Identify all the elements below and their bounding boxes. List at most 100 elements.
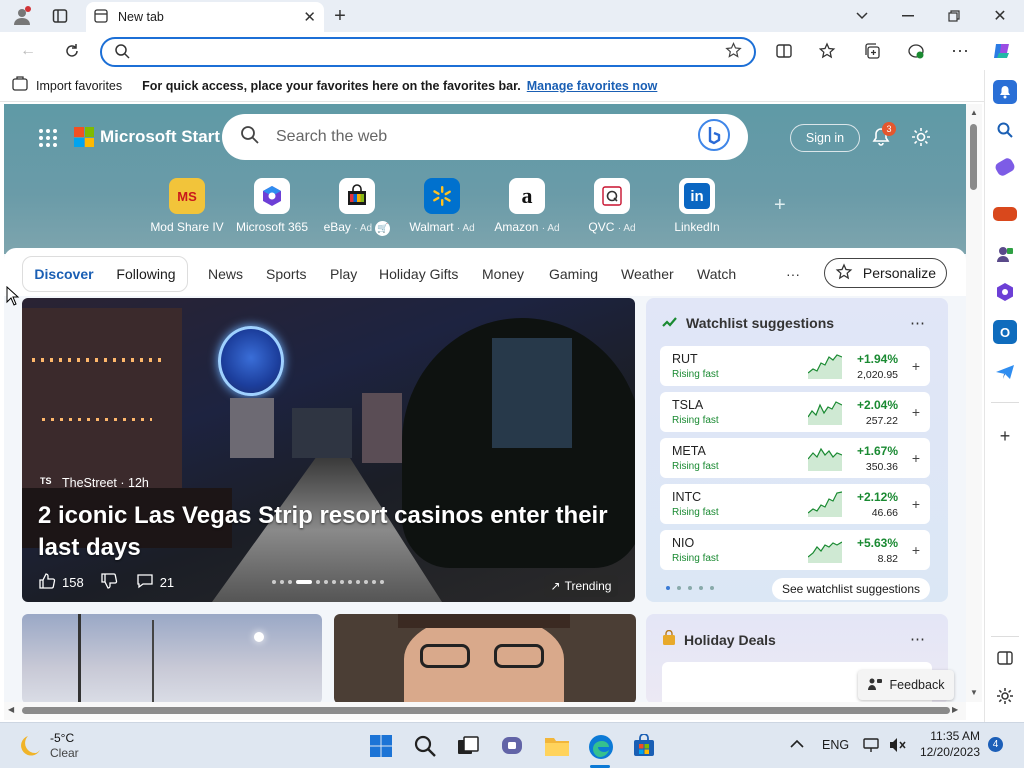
games-icon[interactable]	[993, 242, 1017, 266]
weather-temp[interactable]: -5°C	[50, 731, 74, 745]
quick-link-ebay[interactable]: eBay · Ad 🛒	[312, 178, 402, 236]
top-story-card[interactable]: TS TheStreet · 12h 2 iconic Las Vegas St…	[22, 298, 635, 602]
watchlist-row[interactable]: NIO Rising fast +5.63% 8.82 +	[660, 530, 930, 570]
taskbar-search-icon[interactable]	[413, 734, 437, 758]
carousel-dots[interactable]	[272, 580, 384, 584]
shopping-tag-icon[interactable]	[993, 156, 1017, 178]
add-to-watchlist-icon[interactable]: +	[912, 542, 920, 558]
watchlist-row[interactable]: META Rising fast +1.67% 350.36 +	[660, 438, 930, 478]
task-view-icon[interactable]	[456, 734, 480, 758]
tab-watch[interactable]: Watch	[697, 266, 736, 282]
close-tab-icon[interactable]: ✕	[303, 8, 316, 26]
feedback-button[interactable]: Feedback	[858, 670, 954, 700]
tab-gaming[interactable]: Gaming	[549, 266, 598, 282]
quick-link-amazon[interactable]: a Amazon · Ad	[482, 178, 572, 234]
import-favorites-icon[interactable]	[12, 76, 28, 95]
story-headline[interactable]: 2 iconic Las Vegas Strip resort casinos …	[38, 500, 628, 564]
see-watchlist-suggestions-button[interactable]: See watchlist suggestions	[772, 578, 930, 600]
watchlist-row[interactable]: RUT Rising fast +1.94% 2,020.95 +	[660, 346, 930, 386]
file-explorer-icon[interactable]	[544, 734, 569, 758]
quick-link-mod-share[interactable]: MS Mod Share IV	[142, 178, 232, 234]
story-card-street-photo[interactable]	[22, 614, 322, 702]
edge-browser-icon[interactable]	[588, 734, 613, 759]
sign-in-button[interactable]: Sign in	[790, 124, 860, 152]
holiday-more-icon[interactable]: ⋯	[910, 630, 925, 648]
tab-new-tab[interactable]: New tab ✕	[86, 2, 324, 32]
close-window-button[interactable]: ✕	[990, 6, 1010, 26]
story-card-portrait-photo[interactable]	[334, 614, 636, 702]
like-icon[interactable]	[38, 572, 56, 593]
horizontal-scroll-thumb[interactable]	[22, 707, 950, 714]
minimize-button[interactable]	[898, 6, 918, 26]
watchlist-row[interactable]: INTC Rising fast +2.12% 46.66 +	[660, 484, 930, 524]
add-to-watchlist-icon[interactable]: +	[912, 404, 920, 420]
favorites-icon[interactable]	[814, 37, 842, 65]
watchlist-row[interactable]: TSLA Rising fast +2.04% 257.22 +	[660, 392, 930, 432]
quick-link-linkedin[interactable]: in LinkedIn	[652, 178, 742, 234]
weather-moon-icon[interactable]	[18, 733, 44, 762]
import-favorites-button[interactable]: Import favorites	[36, 79, 122, 93]
add-sidebar-app-icon[interactable]: +	[993, 424, 1017, 448]
browser-essentials-icon[interactable]	[902, 37, 930, 65]
windows-start-icon[interactable]	[369, 734, 393, 758]
horizontal-scrollbar[interactable]: ◀ ▶	[4, 702, 966, 720]
bing-chat-icon[interactable]	[698, 118, 730, 156]
new-tab-button[interactable]: +	[330, 5, 350, 27]
tab-search-chevron-icon[interactable]	[852, 6, 872, 26]
quick-link-qvc[interactable]: QVC · Ad	[567, 178, 657, 234]
watchlist-pager-dots[interactable]	[666, 586, 714, 590]
manage-favorites-link[interactable]: Manage favorites now	[527, 79, 658, 93]
app-launcher-icon[interactable]	[38, 128, 58, 151]
add-to-watchlist-icon[interactable]: +	[912, 450, 920, 466]
quick-link-walmart[interactable]: Walmart · Ad	[397, 178, 487, 234]
vertical-scroll-thumb[interactable]	[970, 124, 977, 190]
quick-link-microsoft-365[interactable]: Microsoft 365	[227, 178, 317, 234]
comment-icon[interactable]	[136, 572, 154, 593]
microsoft-store-icon[interactable]	[632, 733, 656, 758]
teams-chat-icon[interactable]	[500, 734, 524, 758]
scroll-left-arrow-icon[interactable]: ◀	[8, 705, 14, 714]
profile-icon[interactable]	[12, 6, 32, 26]
search-sidebar-icon[interactable]	[993, 118, 1017, 142]
add-to-watchlist-icon[interactable]: +	[912, 496, 920, 512]
notifications-bell-icon[interactable]: 3	[870, 122, 896, 151]
tab-holiday-gifts[interactable]: Holiday Gifts	[379, 266, 458, 282]
toolbox-icon[interactable]	[993, 207, 1017, 221]
add-shortcut-icon[interactable]: +	[774, 194, 786, 217]
clock-time[interactable]: 11:35 AM	[920, 729, 980, 743]
collections-icon[interactable]	[858, 37, 886, 65]
settings-gear-icon[interactable]	[910, 126, 932, 151]
personalize-button[interactable]: Personalize	[824, 258, 947, 288]
address-bar[interactable]	[100, 37, 756, 67]
scroll-up-arrow-icon[interactable]: ▲	[970, 108, 978, 117]
vertical-scrollbar[interactable]: ▲ ▼	[966, 104, 982, 702]
copilot-icon[interactable]	[988, 37, 1016, 65]
tab-discover[interactable]: Discover	[23, 266, 105, 282]
dislike-icon[interactable]	[100, 572, 118, 593]
sidebar-settings-gear-icon[interactable]	[993, 684, 1017, 708]
story-source[interactable]: TS TheStreet · 12h	[40, 476, 149, 490]
tab-following[interactable]: Following	[105, 266, 187, 282]
settings-more-icon[interactable]: ⋯	[946, 37, 974, 65]
weather-condition[interactable]: Clear	[50, 746, 79, 760]
tab-news[interactable]: News	[208, 266, 243, 282]
split-screen-icon[interactable]	[770, 37, 798, 65]
scroll-down-arrow-icon[interactable]: ▼	[970, 688, 978, 697]
tab-weather[interactable]: Weather	[621, 266, 674, 282]
outlook-icon[interactable]: O	[993, 320, 1017, 344]
refresh-icon[interactable]	[58, 37, 86, 65]
hide-sidebar-icon[interactable]	[993, 646, 1017, 670]
notifications-bell-icon[interactable]	[993, 80, 1017, 104]
volume-muted-icon[interactable]	[888, 736, 908, 757]
scroll-right-arrow-icon[interactable]: ▶	[952, 705, 958, 714]
add-to-watchlist-icon[interactable]: +	[912, 358, 920, 374]
back-arrow-icon[interactable]: ←	[14, 37, 42, 65]
favorite-star-icon[interactable]	[725, 42, 742, 62]
drop-send-icon[interactable]	[993, 360, 1017, 384]
microsoft-start-logo[interactable]: Microsoft Start	[74, 127, 220, 147]
watchlist-more-icon[interactable]: ⋯	[910, 314, 925, 332]
clock-date[interactable]: 12/20/2023	[910, 745, 980, 759]
microsoft-365-sidebar-icon[interactable]	[993, 280, 1017, 304]
tab-play[interactable]: Play	[330, 266, 357, 282]
restore-button[interactable]	[944, 6, 964, 26]
